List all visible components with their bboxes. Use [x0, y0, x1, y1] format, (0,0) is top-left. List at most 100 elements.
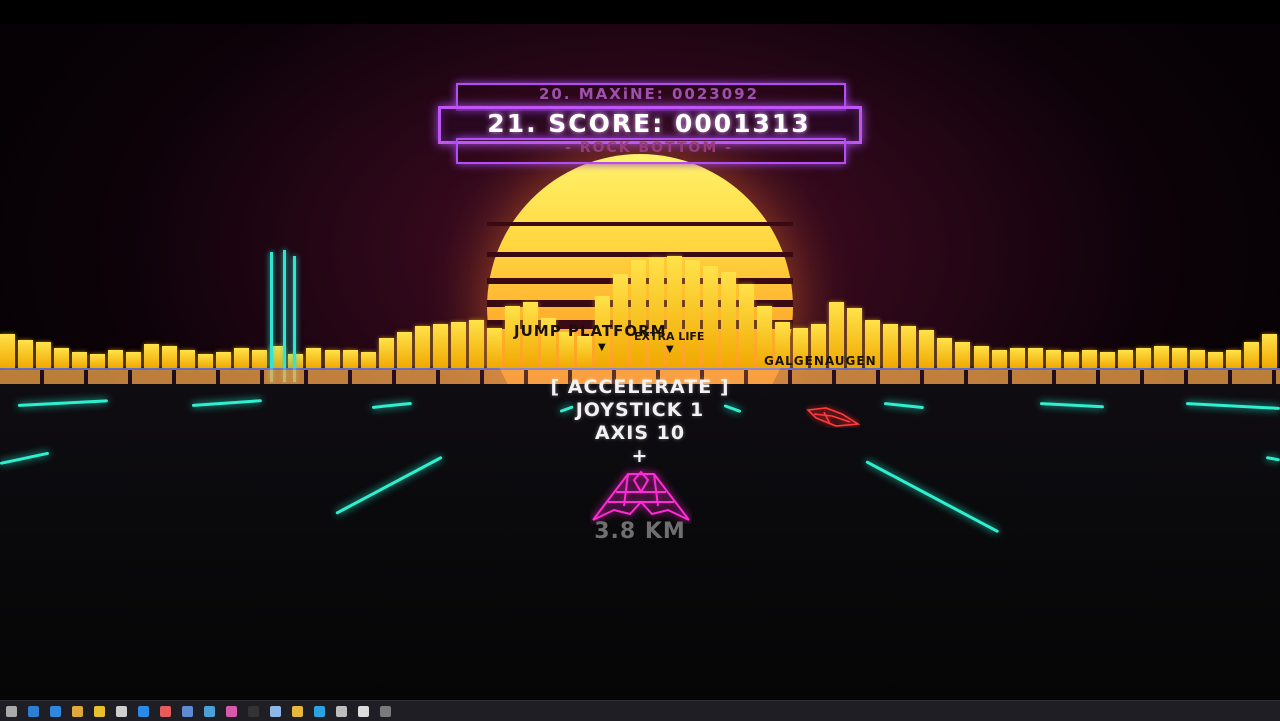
- steam-icon[interactable]: [176, 701, 198, 721]
- store-icon[interactable]: [66, 701, 88, 721]
- game-viewport: JUMP PLATFORM EXTRA LIFE GALGENAUGEN ▼ ▼…: [0, 0, 1280, 700]
- equalizer-bar: [433, 324, 448, 368]
- folder-icon-glyph: [291, 705, 303, 717]
- game-icon-glyph: [379, 705, 391, 717]
- control-prompt: [ ACCELERATE ] JOYSTICK 1 AXIS 10 +: [490, 376, 790, 468]
- equalizer-bar: [1118, 350, 1133, 368]
- start-icon[interactable]: [0, 701, 22, 721]
- folder-icon[interactable]: [286, 701, 308, 721]
- equalizer-bar: [180, 350, 195, 368]
- calculator-icon-glyph: [269, 705, 281, 717]
- browser-icon[interactable]: [220, 701, 242, 721]
- equalizer-bar: [739, 284, 754, 368]
- mail-icon[interactable]: [110, 701, 132, 721]
- prompt-device: JOYSTICK 1: [575, 399, 705, 421]
- equalizer-bar: [325, 350, 340, 368]
- calculator-icon[interactable]: [264, 701, 286, 721]
- terminal-icon[interactable]: [242, 701, 264, 721]
- equalizer-bar: [36, 342, 51, 368]
- equalizer-bar: [126, 352, 141, 368]
- equalizer-bar: [216, 352, 231, 368]
- scoreboard: 20. MAXiNE: 0023092 21. SCORE: 0001313 -…: [438, 80, 862, 164]
- app-icon-glyph: [203, 705, 215, 717]
- equalizer-bar: [451, 322, 466, 368]
- start-icon-glyph: [5, 705, 17, 717]
- telegram-icon[interactable]: [308, 701, 330, 721]
- galgenaugen-label: GALGENAUGEN: [764, 354, 877, 368]
- chat-icon[interactable]: [330, 701, 352, 721]
- equalizer-bar: [1172, 348, 1187, 368]
- equalizer-bar: [631, 260, 646, 368]
- equalizer-bar: [343, 350, 358, 368]
- terminal-icon-glyph: [247, 705, 259, 717]
- equalizer-bar: [919, 330, 934, 368]
- equalizer-bar: [379, 338, 394, 368]
- paint-icon-glyph: [159, 705, 171, 717]
- equalizer-bar: [1064, 352, 1079, 368]
- equalizer-bar: [1190, 350, 1205, 368]
- equalizer-bar: [162, 346, 177, 368]
- equalizer-bar: [234, 348, 249, 368]
- previous-rank-entry: 20. MAXiNE: 0023092: [538, 85, 760, 103]
- equalizer-bar: [649, 258, 664, 368]
- edge-icon-glyph: [49, 705, 61, 717]
- prompt-direction: +: [631, 445, 649, 467]
- unity-icon[interactable]: [352, 701, 374, 721]
- app-icon[interactable]: [198, 701, 220, 721]
- equalizer-bar: [613, 274, 628, 368]
- neon-pillar: [283, 250, 286, 382]
- current-score: 21. SCORE: 0001313: [487, 109, 811, 138]
- equalizer-bar: [144, 344, 159, 368]
- equalizer-bar: [1028, 348, 1043, 368]
- equalizer-bar: [90, 354, 105, 368]
- store-icon-glyph: [71, 705, 83, 717]
- equalizer-bar: [1010, 348, 1025, 368]
- chrome-icon[interactable]: [88, 701, 110, 721]
- equalizer-bar: [901, 326, 916, 368]
- vscode-icon-glyph: [137, 705, 149, 717]
- game-icon[interactable]: [374, 701, 396, 721]
- mail-icon-glyph: [115, 705, 127, 717]
- equalizer-bar: [577, 336, 592, 368]
- chrome-icon-glyph: [93, 705, 105, 717]
- distance-readout: 3.8 KM: [594, 519, 686, 544]
- equalizer-bar: [955, 342, 970, 368]
- equalizer-bar: [252, 350, 267, 368]
- browser-icon-glyph: [225, 705, 237, 717]
- neon-pillar: [293, 256, 296, 382]
- edge-icon[interactable]: [44, 701, 66, 721]
- enemy-ship-icon: [806, 407, 860, 427]
- equalizer-bar: [306, 348, 321, 368]
- triangle-marker-icon: ▼: [666, 344, 674, 355]
- equalizer-bar: [937, 338, 952, 368]
- equalizer-bar: [54, 348, 69, 368]
- equalizer-bar: [1136, 348, 1151, 368]
- equalizer-bar: [72, 352, 87, 368]
- equalizer-bar: [361, 352, 376, 368]
- equalizer-bar: [1046, 350, 1061, 368]
- equalizer-bar: [487, 328, 502, 368]
- equalizer-bar: [685, 260, 700, 368]
- extra-life-label: EXTRA LIFE: [634, 330, 705, 343]
- equalizer-bar: [1208, 352, 1223, 368]
- player-ship-icon: [592, 470, 690, 521]
- equalizer-bar: [1262, 334, 1277, 368]
- equalizer-bar: [469, 320, 484, 368]
- equalizer-bar: [0, 334, 15, 368]
- rank-title: - ROCK BOTTOM -: [565, 140, 733, 156]
- equalizer-bar: [974, 346, 989, 368]
- equalizer-bar: [397, 332, 412, 368]
- triangle-marker-icon: ▼: [598, 342, 606, 353]
- paint-icon[interactable]: [154, 701, 176, 721]
- vscode-icon[interactable]: [132, 701, 154, 721]
- telegram-icon-glyph: [313, 705, 325, 717]
- equalizer-bar: [415, 326, 430, 368]
- top-black-bar: [0, 0, 1280, 24]
- neon-pillar: [270, 252, 273, 382]
- taskbar: [0, 700, 1280, 721]
- chat-icon-glyph: [335, 705, 347, 717]
- equalizer-bar: [1226, 350, 1241, 368]
- equalizer-bar: [1244, 342, 1259, 368]
- equalizer-bar: [1100, 352, 1115, 368]
- search-icon[interactable]: [22, 701, 44, 721]
